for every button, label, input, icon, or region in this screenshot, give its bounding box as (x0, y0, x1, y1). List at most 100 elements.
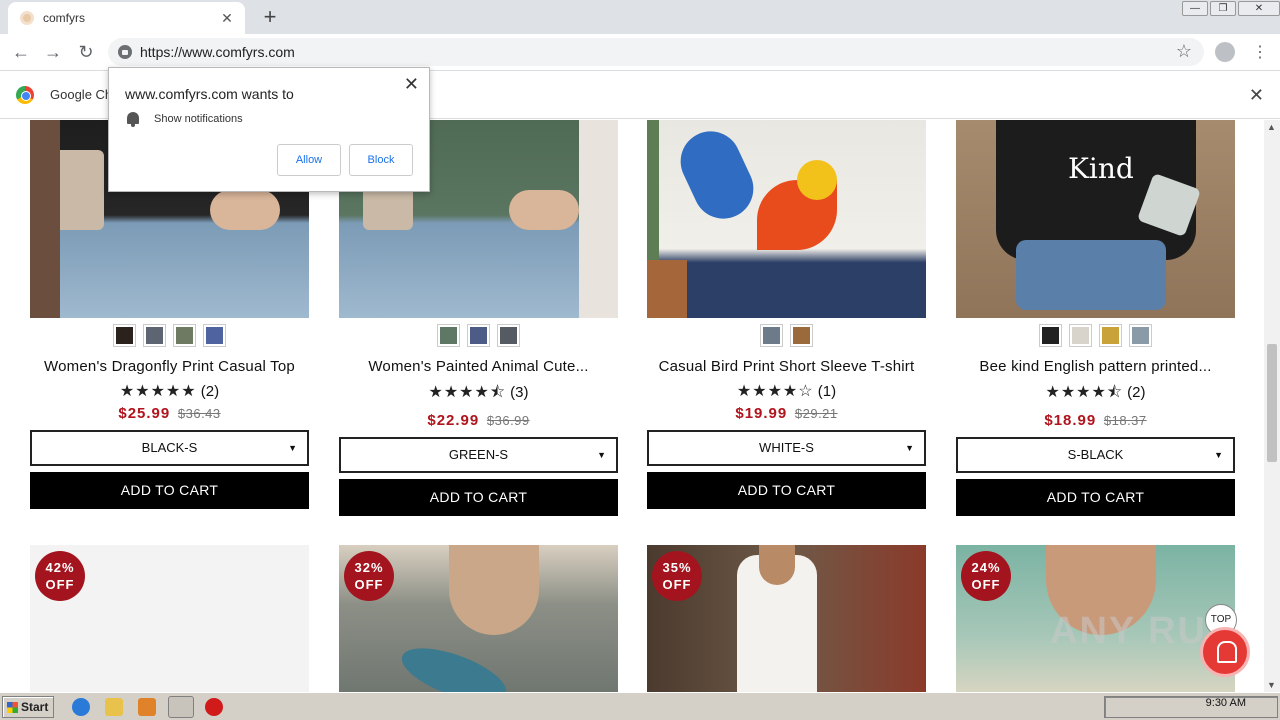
variant-value: GREEN-S (448, 447, 509, 462)
color-swatch[interactable] (1069, 324, 1092, 347)
folder-icon[interactable] (105, 698, 123, 716)
system-tray (1104, 696, 1278, 718)
infobar-text: Google Ch (50, 87, 113, 102)
window-controls: — ❐ ✕ (1182, 1, 1280, 16)
color-swatch[interactable] (467, 324, 490, 347)
tab-strip: comfyrs ✕ + — ❐ ✕ (0, 0, 1280, 34)
product-card: Kind Bee kind English pattern printed...… (956, 120, 1235, 516)
discount-percent: 32% (354, 560, 384, 575)
variant-select[interactable]: WHITE-S ▼ (647, 430, 926, 466)
product-name[interactable]: Women's Painted Animal Cute... (339, 358, 618, 375)
review-count: (2) (1127, 384, 1146, 401)
discount-percent: 42% (45, 560, 75, 575)
allow-button[interactable]: Allow (277, 144, 341, 176)
product-name[interactable]: Casual Bird Print Short Sleeve T-shirt (647, 358, 926, 375)
variant-value: S-BLACK (1067, 447, 1124, 462)
review-count: (2) (200, 383, 220, 400)
color-swatch[interactable] (143, 324, 166, 347)
add-to-cart-button[interactable]: ADD TO CART (339, 479, 618, 516)
product-image[interactable] (647, 120, 926, 318)
add-to-cart-button[interactable]: ADD TO CART (30, 472, 309, 509)
product-rating: ★★★★⯪ (2) (956, 381, 1235, 408)
product-prices: $19.99 $29.21 (647, 405, 926, 422)
color-swatch[interactable] (203, 324, 226, 347)
new-tab-button[interactable]: + (258, 5, 282, 29)
scroll-up-icon[interactable]: ▲ (1267, 122, 1276, 132)
chrome-logo-icon (16, 85, 34, 104)
notification-bell-icon[interactable] (1200, 627, 1250, 677)
start-button[interactable]: Start (2, 696, 54, 718)
review-count: (1) (817, 383, 837, 400)
variant-value: WHITE-S (759, 440, 814, 455)
review-count: (3) (510, 384, 529, 401)
reload-icon[interactable]: ↻ (74, 40, 98, 64)
minimize-button[interactable]: — (1182, 1, 1208, 16)
color-swatch[interactable] (760, 324, 783, 347)
page-scrollbar[interactable]: ▲ ▼ (1264, 120, 1280, 692)
product-prices: $22.99 $36.99 (339, 412, 618, 429)
taskbar: Start 9:30 AM (0, 692, 1280, 720)
chrome-taskbar-button[interactable] (168, 696, 194, 718)
scroll-thumb[interactable] (1267, 344, 1277, 462)
lock-icon[interactable] (118, 45, 132, 59)
popup-close-icon[interactable]: ✕ (404, 74, 419, 95)
add-to-cart-button[interactable]: ADD TO CART (956, 479, 1235, 516)
product-card[interactable]: 32% OFF (339, 545, 618, 692)
dropdown-caret-icon: ▼ (288, 443, 297, 453)
product-card: Casual Bird Print Short Sleeve T-shirt ★… (647, 120, 926, 509)
permission-label: Show notifications (154, 113, 243, 125)
browser-menu-icon[interactable]: ⋮ (1252, 42, 1268, 62)
block-button[interactable]: Block (349, 144, 413, 176)
internet-explorer-icon[interactable] (72, 698, 90, 716)
discount-percent: 35% (662, 560, 692, 575)
bookmark-star-icon[interactable]: ☆ (1176, 41, 1192, 62)
product-card[interactable]: 35% OFF (647, 545, 926, 692)
popup-heading: www.comfyrs.com wants to (125, 86, 294, 102)
forward-arrow-icon[interactable]: → (41, 40, 65, 64)
color-swatch[interactable] (1039, 324, 1062, 347)
color-swatch[interactable] (497, 324, 520, 347)
discount-percent: 24% (971, 560, 1001, 575)
discount-off: OFF (45, 577, 75, 592)
browser-toolbar: ← → ↻ https://www.comfyrs.com ☆ ⋮ (0, 34, 1280, 71)
discount-off: OFF (354, 577, 384, 592)
url-text[interactable]: https://www.comfyrs.com (140, 44, 295, 60)
back-arrow-icon[interactable]: ← (9, 40, 33, 64)
maximize-button[interactable]: ❐ (1210, 1, 1236, 16)
variant-select[interactable]: GREEN-S ▼ (339, 437, 618, 473)
color-swatches (647, 324, 926, 348)
product-prices: $25.99 $36.43 (30, 405, 309, 422)
discount-off: OFF (662, 577, 692, 592)
original-price: $29.21 (794, 406, 838, 421)
color-swatch[interactable] (790, 324, 813, 347)
discount-badge: 35% OFF (652, 551, 702, 601)
variant-select[interactable]: BLACK-S ▼ (30, 430, 309, 466)
infobar-close-icon[interactable]: ✕ (1249, 85, 1264, 106)
variant-value: BLACK-S (141, 440, 198, 455)
add-to-cart-button[interactable]: ADD TO CART (647, 472, 926, 509)
color-swatch[interactable] (113, 324, 136, 347)
address-bar[interactable]: https://www.comfyrs.com ☆ (108, 38, 1204, 66)
variant-select[interactable]: S-BLACK ▼ (956, 437, 1235, 473)
color-swatch[interactable] (1099, 324, 1122, 347)
product-card[interactable]: 42% OFF (30, 545, 309, 692)
dropdown-caret-icon: ▼ (597, 450, 606, 460)
profile-avatar-icon[interactable] (1215, 42, 1235, 62)
color-swatch[interactable] (173, 324, 196, 347)
site-favicon-icon (20, 11, 34, 25)
sale-price: $22.99 (427, 412, 480, 429)
media-player-icon[interactable] (138, 698, 156, 716)
close-window-button[interactable]: ✕ (1238, 1, 1280, 16)
close-tab-icon[interactable]: ✕ (219, 10, 235, 27)
product-name[interactable]: Women's Dragonfly Print Casual Top (30, 358, 309, 375)
sale-price: $18.99 (1044, 412, 1097, 429)
product-image[interactable]: Kind (956, 120, 1235, 318)
opera-icon[interactable] (205, 698, 223, 716)
discount-badge: 42% OFF (35, 551, 85, 601)
product-name[interactable]: Bee kind English pattern printed... (956, 358, 1235, 375)
color-swatch[interactable] (1129, 324, 1152, 347)
discount-badge: 24% OFF (961, 551, 1011, 601)
scroll-down-icon[interactable]: ▼ (1267, 680, 1276, 690)
browser-tab[interactable]: comfyrs ✕ (8, 2, 245, 34)
color-swatch[interactable] (437, 324, 460, 347)
